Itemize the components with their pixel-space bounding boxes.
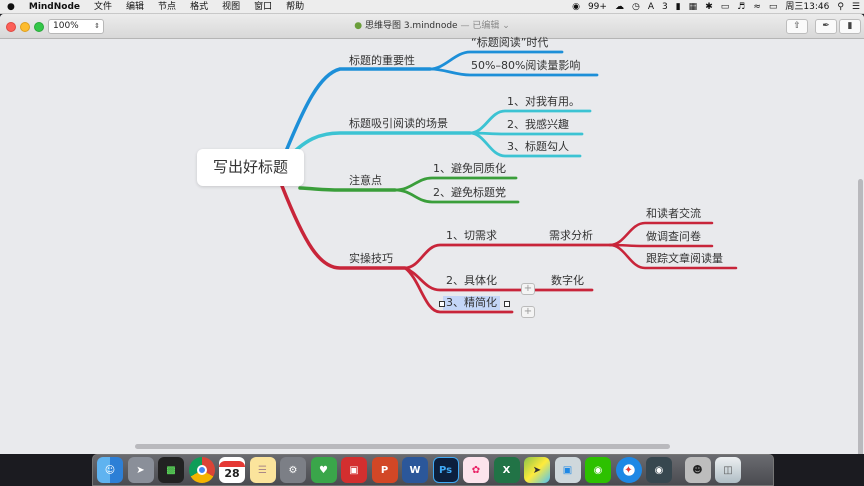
wifi-status-icon[interactable]: ≈ xyxy=(749,0,765,14)
node-interested[interactable]: 2、我感兴趣 xyxy=(507,118,569,132)
dock-area: ☺ ➤ ▩ 28 ☰ ⚙ ♥ ▣ P W Ps ✿ X ➤ ▣ ◉ ✦ ◉ ☻ … xyxy=(0,454,864,486)
notification-center-icon[interactable]: ☰ xyxy=(848,0,864,14)
selection-handle-right[interactable] xyxy=(504,301,510,307)
calendar-icon[interactable]: 28 xyxy=(219,457,245,483)
menu-view[interactable]: 视图 xyxy=(215,0,247,14)
volume-status-icon[interactable]: ♬ xyxy=(733,0,749,14)
node-title-reading-era[interactable]: “标题阅读”时代 xyxy=(471,36,548,50)
chrome-icon[interactable] xyxy=(188,457,215,483)
node-numeric[interactable]: 数字化 xyxy=(551,274,584,288)
excel-icon[interactable]: X xyxy=(493,457,520,483)
connector-green-root xyxy=(298,186,397,192)
document-icon: ● xyxy=(354,21,363,31)
root-node[interactable]: 写出好标题 xyxy=(197,149,304,186)
sidebar-button[interactable]: ▮ xyxy=(839,19,861,34)
connector-red-1-2 xyxy=(608,243,714,248)
notes-icon[interactable]: ☰ xyxy=(249,457,276,483)
node-simplify-selected[interactable]: 3、精简化 xyxy=(443,296,500,310)
document-title: ● 思维导图 3.mindnode — 已编辑 ⌄ xyxy=(0,14,864,39)
maps-icon[interactable]: ➤ xyxy=(524,457,550,483)
photo-booth-icon[interactable]: ◉ xyxy=(646,457,672,483)
horizontal-scrollbar[interactable] xyxy=(135,444,670,449)
connector-red-1 xyxy=(403,243,612,270)
battery-icon[interactable]: ▭ xyxy=(765,0,782,14)
menu-bar: ● MindNode 文件 编辑 节点 格式 视图 窗口 帮助 ◉ 99+ ☁ … xyxy=(0,0,864,14)
mindnode-icon[interactable]: ✿ xyxy=(463,457,489,483)
system-preferences-icon[interactable]: ⚙ xyxy=(280,457,306,483)
dock: ☺ ➤ ▩ 28 ☰ ⚙ ♥ ▣ P W Ps ✿ X ➤ ▣ ◉ ✦ ◉ ☻ … xyxy=(92,454,774,486)
user-avatar-icon[interactable]: ☻ xyxy=(684,457,711,483)
grid-status-icon[interactable]: ▦ xyxy=(685,0,702,14)
node-avoid-clickbait[interactable]: 2、避免标题党 xyxy=(433,186,506,200)
launchpad-icon[interactable]: ➤ xyxy=(127,457,154,483)
timer-status-icon[interactable]: ◷ xyxy=(628,0,644,14)
a-status-icon[interactable]: A xyxy=(644,0,658,14)
edited-status[interactable]: — 已编辑 xyxy=(460,21,499,31)
share-icon: ⇧ xyxy=(793,21,801,31)
document-name: 思维导图 3.mindnode xyxy=(364,21,458,31)
mindmap-canvas[interactable]: 写出好标题 标题的重要性 “标题阅读”时代 50%–80%阅读量影响 标题吸引阅… xyxy=(0,36,864,454)
cloud-status-icon[interactable]: ☁ xyxy=(611,0,628,14)
add-node-plus-icon[interactable]: + xyxy=(521,283,535,295)
photoshop-icon[interactable]: Ps xyxy=(432,457,459,483)
node-track-reads[interactable]: 跟踪文章阅读量 xyxy=(646,252,723,266)
node-reading-impact[interactable]: 50%–80%阅读量影响 xyxy=(471,59,580,73)
connector-cyan-root xyxy=(283,131,472,163)
safari-icon[interactable]: ✦ xyxy=(615,457,642,483)
node-survey[interactable]: 做调查问卷 xyxy=(646,230,701,244)
node-cut-needs[interactable]: 1、切需求 xyxy=(446,229,497,243)
menu-format[interactable]: 格式 xyxy=(183,0,215,14)
calendar-day: 28 xyxy=(224,466,240,480)
node-title-importance[interactable]: 标题的重要性 xyxy=(349,54,415,68)
node-catchy[interactable]: 3、标题勾人 xyxy=(507,140,569,154)
mindnode-window: 100% ⇕ ● 思维导图 3.mindnode — 已编辑 ⌄ ⇧ ✒ ▮ 写… xyxy=(0,14,864,454)
finder-icon[interactable]: ☺ xyxy=(97,457,123,483)
node-practical-skills[interactable]: 实操技巧 xyxy=(349,252,393,266)
brush-icon: ✒ xyxy=(822,21,830,31)
node-useful[interactable]: 1、对我有用。 xyxy=(507,95,580,109)
vertical-scrollbar[interactable] xyxy=(858,179,863,454)
trash-icon[interactable]: ◫ xyxy=(715,457,741,483)
apple-menu-icon[interactable]: ● xyxy=(0,0,22,14)
a-count-status[interactable]: 3 xyxy=(658,0,672,14)
node-talk-readers[interactable]: 和读者交流 xyxy=(646,207,701,221)
bank-icon[interactable]: ▣ xyxy=(341,457,367,483)
powerpoint-icon[interactable]: P xyxy=(371,457,398,483)
preview-icon[interactable]: ▣ xyxy=(554,457,581,483)
wechat-status-icon[interactable]: ◉ xyxy=(568,0,584,14)
connector-blue-root xyxy=(280,67,432,163)
chevron-down-icon[interactable]: ⌄ xyxy=(502,21,510,31)
share-button[interactable]: ⇧ xyxy=(786,19,808,34)
node-avoid-homogeneity[interactable]: 1、避免同质化 xyxy=(433,162,506,176)
menu-help[interactable]: 帮助 xyxy=(279,0,311,14)
evernote-icon[interactable]: ♥ xyxy=(310,457,337,483)
menu-file[interactable]: 文件 xyxy=(87,0,119,14)
bluetooth-status-icon[interactable]: ✱ xyxy=(701,0,717,14)
connector-cyan-2 xyxy=(468,131,584,136)
inspector-button[interactable]: ✒ xyxy=(815,19,837,34)
clock-status[interactable]: 周三13:46 xyxy=(781,0,833,14)
menu-edit[interactable]: 编辑 xyxy=(119,0,151,14)
airplay-status-icon[interactable]: ▭ xyxy=(717,0,734,14)
battery-status[interactable]: 99+ xyxy=(584,0,611,14)
sidebar-icon: ▮ xyxy=(847,21,853,31)
node-attraction-scenes[interactable]: 标题吸引阅读的场景 xyxy=(349,117,448,131)
activity-monitor-icon[interactable]: ▩ xyxy=(158,457,184,483)
node-notes[interactable]: 注意点 xyxy=(349,174,382,188)
add-child-plus-icon[interactable]: + xyxy=(521,306,535,318)
title-bar: 100% ⇕ ● 思维导图 3.mindnode — 已编辑 ⌄ ⇧ ✒ ▮ xyxy=(0,14,864,39)
spotlight-icon[interactable]: ⚲ xyxy=(833,0,848,14)
node-concrete[interactable]: 2、具体化 xyxy=(446,274,497,288)
menu-window[interactable]: 窗口 xyxy=(247,0,279,14)
wechat-icon[interactable]: ◉ xyxy=(585,457,611,483)
connector-lines xyxy=(280,50,738,314)
word-icon[interactable]: W xyxy=(402,457,428,483)
app-menu[interactable]: MindNode xyxy=(22,0,87,14)
menu-node[interactable]: 节点 xyxy=(151,0,183,14)
node-needs-analysis[interactable]: 需求分析 xyxy=(549,229,593,243)
bookmark-status-icon[interactable]: ▮ xyxy=(672,0,685,14)
selection-handle-left[interactable] xyxy=(439,301,445,307)
